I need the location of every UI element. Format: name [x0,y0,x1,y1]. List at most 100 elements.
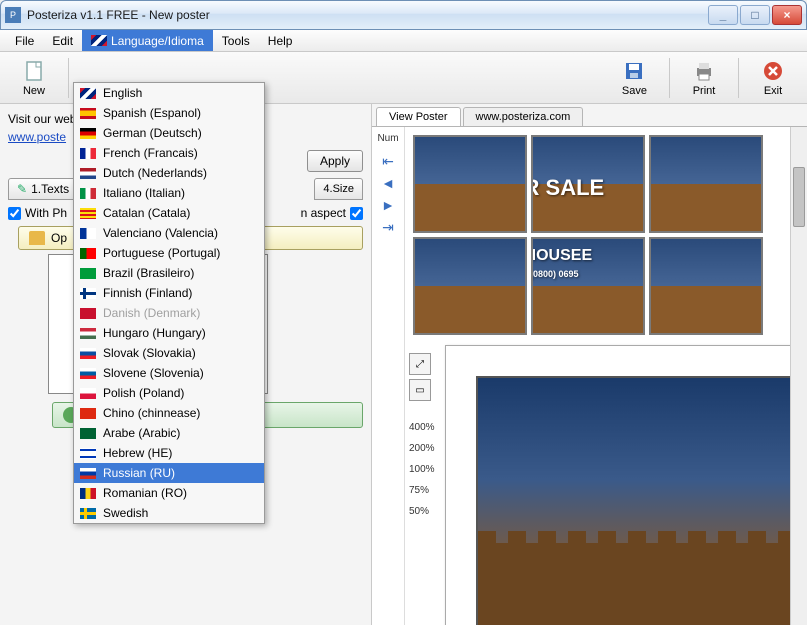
window-titlebar: P Posteriza v1.1 FREE - New poster _ □ × [0,0,807,30]
language-item-cn[interactable]: Chino (chinnease) [74,403,264,423]
language-item-uk[interactable]: English [74,83,264,103]
language-item-br[interactable]: Brazil (Brasileiro) [74,263,264,283]
tab-view-poster[interactable]: View Poster [376,107,461,126]
toolbar-separator [68,58,69,98]
aspect-checkbox[interactable] [350,207,363,220]
with-photo-checkbox[interactable] [8,207,21,220]
toolbar-separator [669,58,670,98]
poster-grid: FOR SALE HHOUSEE Tlfno. (0800) 0695 [413,135,763,335]
window-maximize-button[interactable]: □ [740,5,770,25]
with-photo-label: With Ph [25,206,67,220]
pt-flag-icon [80,248,96,259]
tab-size[interactable]: 4.Size [314,178,363,200]
language-item-he[interactable]: Hebrew (HE) [74,443,264,463]
vertical-scrollbar[interactable] [790,127,807,625]
language-label: Catalan (Catala) [103,206,190,220]
app-icon: P [5,7,21,23]
language-label: Russian (RU) [103,466,175,480]
print-button[interactable]: Print [678,57,730,99]
zoom-page-button[interactable]: ▭ [409,379,431,401]
apply-button[interactable]: Apply [307,150,363,172]
language-label: Polish (Poland) [103,386,184,400]
exit-button[interactable]: Exit [747,57,799,99]
folder-icon [29,231,45,245]
visit-link[interactable]: www.poste [8,130,66,144]
save-icon [622,59,646,83]
poster-tile[interactable] [649,237,763,335]
exit-label: Exit [764,85,782,97]
language-item-va[interactable]: Valenciano (Valencia) [74,223,264,243]
nav-sidebar: Num ⇤ ◄ ► ⇥ [372,127,404,625]
he-flag-icon [80,448,96,459]
language-label: Slovene (Slovenia) [103,366,204,380]
language-item-nl[interactable]: Dutch (Nederlands) [74,163,264,183]
window-close-button[interactable]: × [772,5,802,25]
print-icon [692,59,716,83]
menu-tools[interactable]: Tools [213,30,259,51]
nav-prev-button[interactable]: ◄ [378,174,398,192]
language-item-sk[interactable]: Slovak (Slovakia) [74,343,264,363]
cn-flag-icon [80,408,96,419]
language-label: English [103,86,142,100]
menu-edit[interactable]: Edit [43,30,82,51]
page-preview[interactable] [445,345,805,625]
num-label: Num [377,133,398,144]
poster-tile[interactable]: FOR SALE [531,135,645,233]
poster-tile[interactable] [413,237,527,335]
language-item-ro[interactable]: Romanian (RO) [74,483,264,503]
zoom-fit-button[interactable]: ⤢ [409,353,431,375]
language-item-hu[interactable]: Hungaro (Hungary) [74,323,264,343]
window-minimize-button[interactable]: _ [708,5,738,25]
zoom-100[interactable]: 100% [409,461,435,478]
language-item-se[interactable]: Swedish [74,503,264,523]
language-item-ar[interactable]: Arabe (Arabic) [74,423,264,443]
language-item-pt[interactable]: Portuguese (Portugal) [74,243,264,263]
ca-flag-icon [80,208,96,219]
language-item-es[interactable]: Spanish (Espanol) [74,103,264,123]
nav-last-button[interactable]: ⇥ [378,218,398,236]
tab-posteriza-site[interactable]: www.posteriza.com [463,107,584,126]
zoom-400[interactable]: 400% [409,419,435,436]
language-menu: English Spanish (Espanol) German (Deutsch)… [73,82,265,524]
menu-language[interactable]: Language/Idioma [82,30,213,51]
tab-texts[interactable]: ✎ 1.Texts [8,178,78,200]
dk-flag-icon [80,308,96,319]
zoom-75[interactable]: 75% [409,482,429,499]
language-label: Portuguese (Portugal) [103,246,220,260]
save-button[interactable]: Save [608,57,661,99]
language-item-pl[interactable]: Polish (Poland) [74,383,264,403]
left-panel: EnglishSpanish (Espanol)German (Deutsch)… [0,104,372,625]
language-item-si[interactable]: Slovene (Slovenia) [74,363,264,383]
new-icon [22,59,46,83]
language-item-fr[interactable]: French (Francais) [74,143,264,163]
language-label: Arabe (Arabic) [103,426,180,440]
language-item-fi[interactable]: Finnish (Finland) [74,283,264,303]
language-label: French (Francais) [103,146,198,160]
zoom-50[interactable]: 50% [409,503,429,520]
nav-first-button[interactable]: ⇤ [378,152,398,170]
language-item-de[interactable]: German (Deutsch) [74,123,264,143]
menu-file[interactable]: File [6,30,43,51]
poster-tile[interactable]: HHOUSEE Tlfno. (0800) 0695 [531,237,645,335]
uk-flag-icon [80,88,96,99]
poster-tile[interactable] [649,135,763,233]
language-item-it[interactable]: Italiano (Italian) [74,183,264,203]
zoom-200[interactable]: 200% [409,440,435,457]
language-item-ca[interactable]: Catalan (Catala) [74,203,264,223]
toolbar-separator [738,58,739,98]
de-flag-icon [80,128,96,139]
nav-next-button[interactable]: ► [378,196,398,214]
language-item-ru[interactable]: Russian (RU) [74,463,264,483]
new-button[interactable]: New [8,57,60,99]
sk-flag-icon [80,348,96,359]
si-flag-icon [80,368,96,379]
right-panel: View Poster www.posteriza.com Num ⇤ ◄ ► … [372,104,807,625]
pl-flag-icon [80,388,96,399]
ar-flag-icon [80,428,96,439]
es-flag-icon [80,108,96,119]
language-label: Slovak (Slovakia) [103,346,196,360]
exit-icon [761,59,785,83]
menu-help[interactable]: Help [259,30,302,51]
poster-tile[interactable] [413,135,527,233]
language-label: German (Deutsch) [103,126,202,140]
